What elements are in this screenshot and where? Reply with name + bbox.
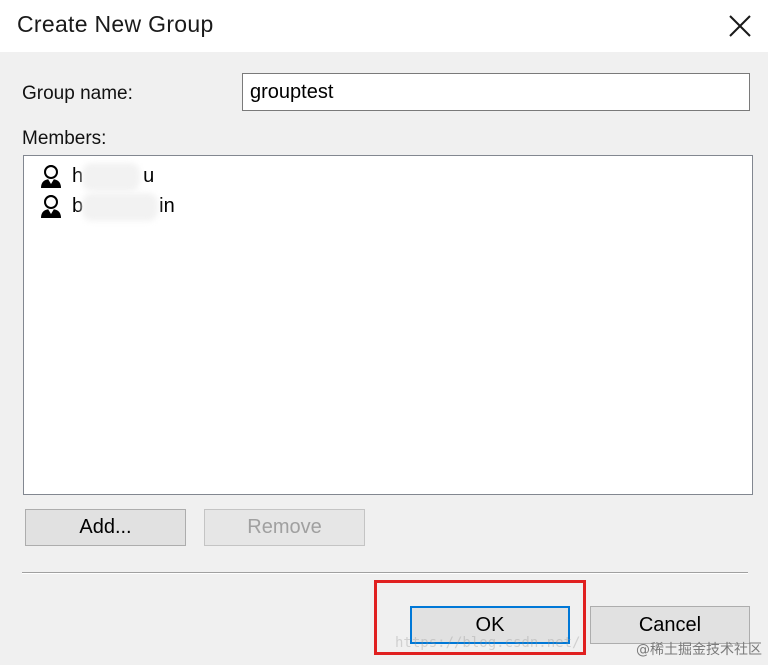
dialog-title: Create New Group [17,11,214,37]
close-button[interactable] [720,6,760,46]
title-bar: Create New Group [0,0,768,52]
group-name-label: Group name: [22,83,133,104]
members-label: Members: [22,128,107,149]
members-list[interactable]: hu b in [23,155,753,495]
url-watermark: https://blog.csdn.net/ [395,635,581,651]
redaction-mask [82,162,140,191]
member-name-end: u [143,164,155,187]
member-name: b in [72,192,175,221]
list-item[interactable]: b in [38,192,175,221]
list-item[interactable]: hu [38,162,155,191]
user-icon [41,195,61,218]
redaction-mask [82,192,158,221]
group-name-input[interactable] [242,73,750,111]
close-icon [729,15,751,37]
divider [22,572,748,574]
watermark: @稀土掘金技术社区 [636,642,762,658]
add-button[interactable]: Add... [25,509,186,546]
remove-button[interactable]: Remove [204,509,365,546]
member-name-end: in [159,194,175,217]
create-group-dialog: Create New Group Group name: Members: hu [0,0,768,665]
member-name: hu [72,162,155,191]
user-icon [41,165,61,188]
